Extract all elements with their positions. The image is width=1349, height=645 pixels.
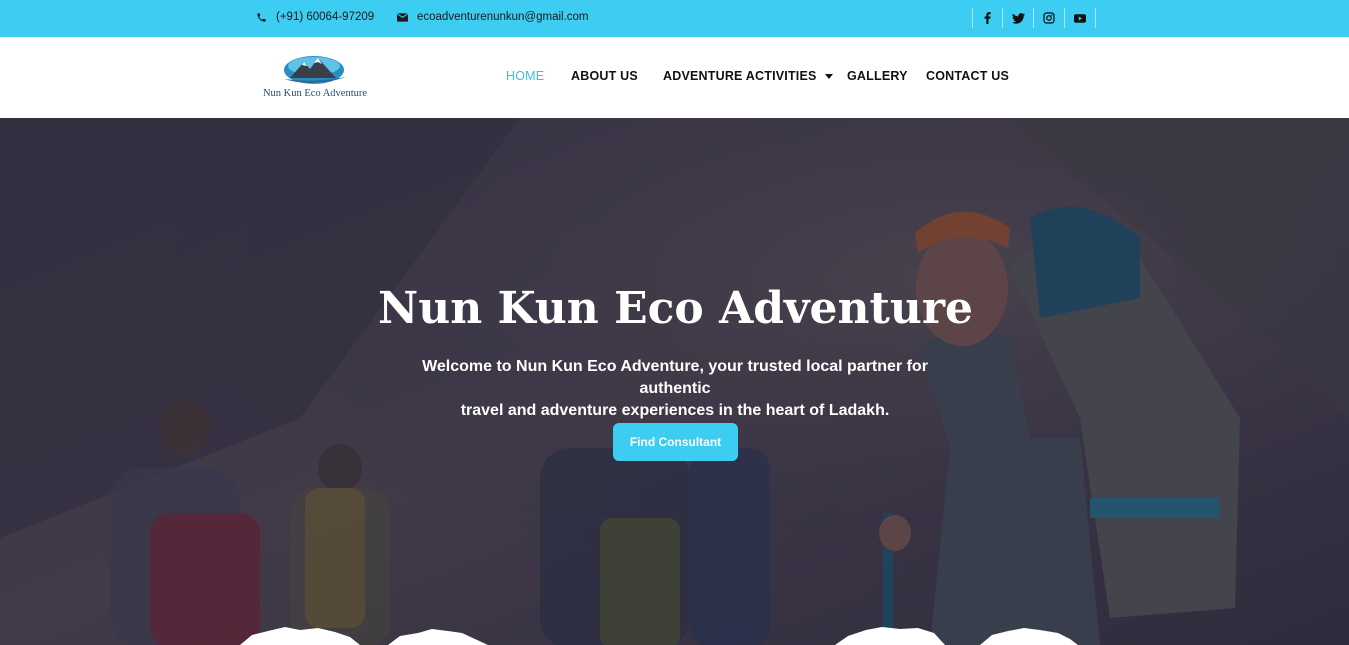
twitter-icon [1011, 12, 1025, 24]
nav-about-us[interactable]: ABOUT US [571, 69, 638, 83]
find-consultant-button[interactable]: Find Consultant [613, 423, 738, 461]
phone-number: (+91) 60064-97209 [276, 11, 375, 23]
snowy-mountain-divider [240, 627, 1078, 645]
nav-contact-us[interactable]: CONTACT US [926, 69, 1009, 83]
hero-title: Nun Kun Eco Adventure [377, 283, 974, 334]
nav-home[interactable]: HOME [506, 69, 544, 83]
youtube-link[interactable] [1065, 8, 1096, 28]
logo-text: Nun Kun Eco Adventure [262, 88, 368, 99]
hero-subtitle-line-2: travel and adventure experiences in the … [460, 402, 890, 419]
site-logo[interactable]: Nun Kun Eco Adventure [256, 52, 374, 102]
hero-subtitle: Welcome to Nun Kun Eco Adventure, your t… [395, 356, 955, 422]
phone-icon [257, 12, 266, 22]
top-bar: (+91) 60064-97209 ecoadventurenunkun@gma… [0, 0, 1349, 37]
caret-down-icon [824, 74, 833, 80]
youtube-icon [1074, 13, 1086, 23]
email-address: ecoadventurenunkun@gmail.com [417, 11, 589, 23]
mountain-logo-icon [284, 56, 346, 84]
twitter-link[interactable] [1003, 8, 1034, 28]
email-contact[interactable]: ecoadventurenunkun@gmail.com [397, 11, 589, 23]
social-links [972, 8, 1096, 28]
site-header: Nun Kun Eco Adventure HOME ABOUT US ADVE… [0, 37, 1349, 118]
nav-adventure-activities[interactable]: ADVENTURE ACTIVITIES [663, 69, 833, 83]
facebook-icon [984, 12, 991, 24]
nav-gallery[interactable]: GALLERY [847, 69, 908, 83]
nav-adventure-activities-label: ADVENTURE ACTIVITIES [663, 69, 817, 83]
phone-contact[interactable]: (+91) 60064-97209 [256, 11, 374, 23]
hero-section: Nun Kun Eco Adventure Welcome to Nun Kun… [0, 118, 1349, 645]
instagram-icon [1043, 12, 1055, 24]
instagram-link[interactable] [1034, 8, 1065, 28]
hero-subtitle-line-1: Welcome to Nun Kun Eco Adventure, your t… [422, 358, 928, 397]
envelope-icon [397, 12, 408, 22]
facebook-link[interactable] [972, 8, 1003, 28]
